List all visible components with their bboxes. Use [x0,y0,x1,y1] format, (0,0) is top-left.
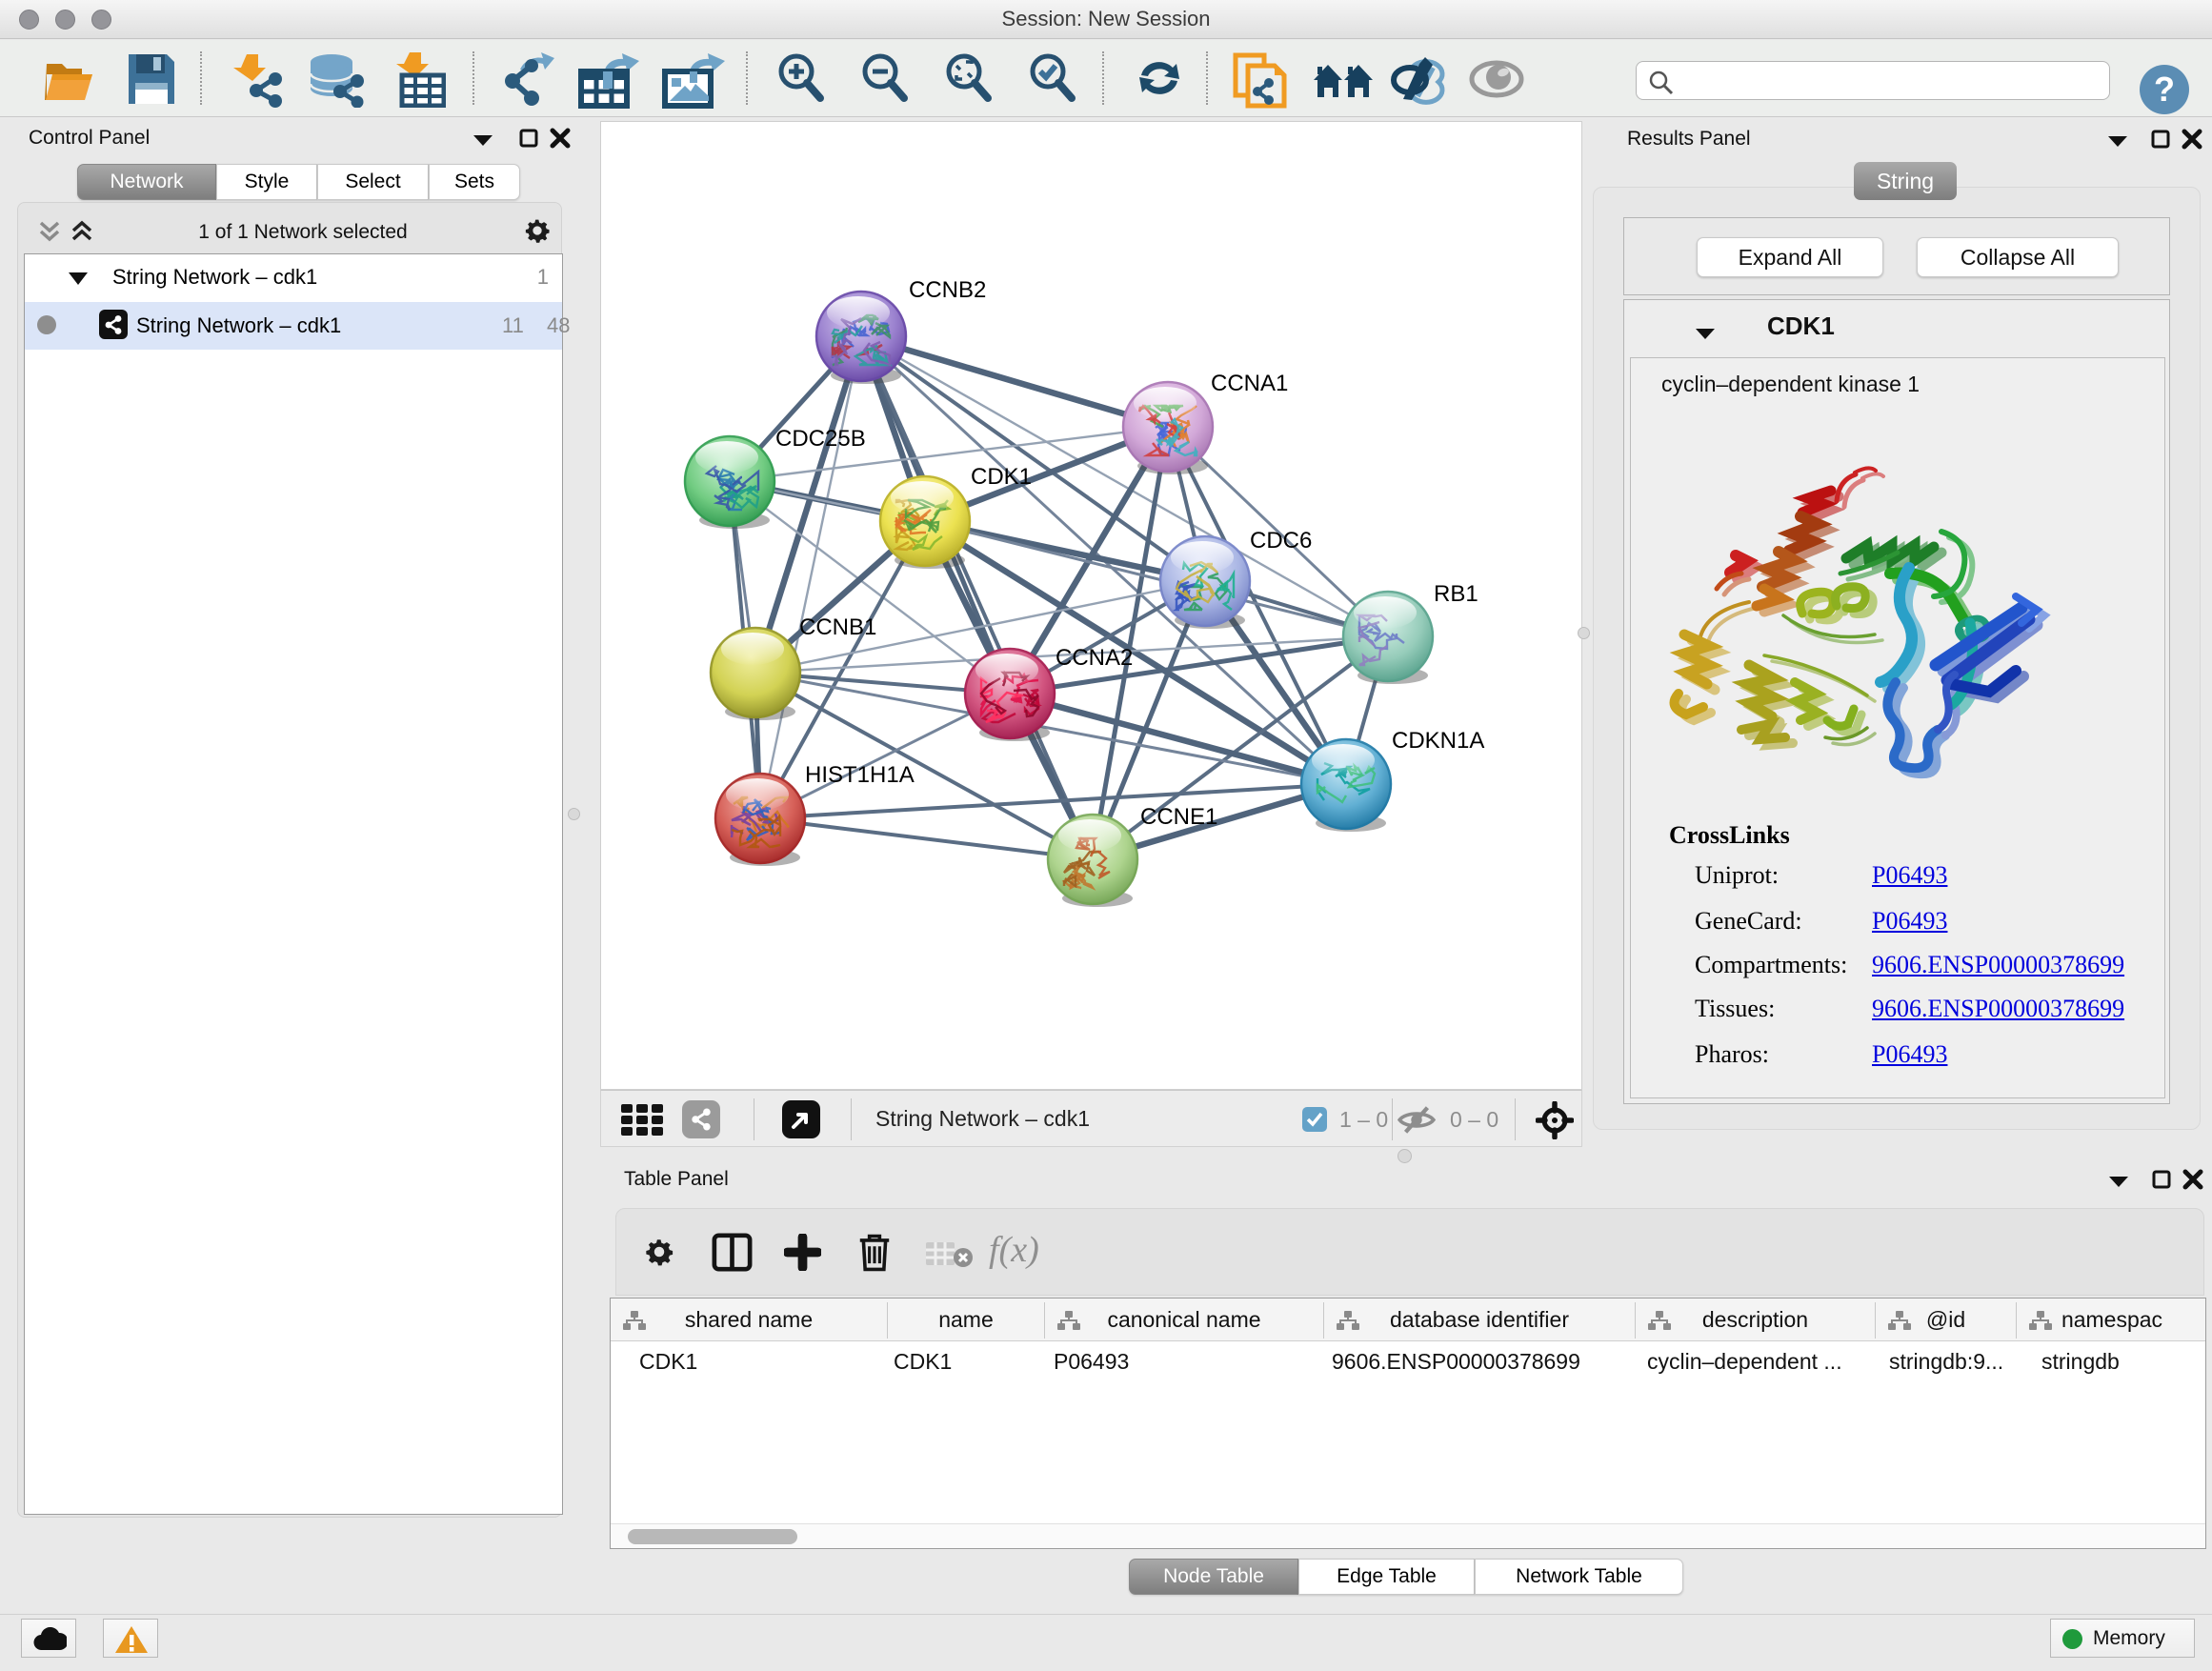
svg-text:HIST1H1A: HIST1H1A [805,762,915,788]
svg-text:CCNA2: CCNA2 [1056,645,1133,671]
svg-text:CCNE1: CCNE1 [1140,804,1217,830]
svg-text:RB1: RB1 [1434,581,1478,607]
svg-text:CDC6: CDC6 [1250,528,1312,554]
svg-text:?: ? [2154,70,2175,109]
svg-text:CDK1: CDK1 [971,464,1032,490]
svg-text:CCNA1: CCNA1 [1211,371,1288,396]
svg-text:CDC25B: CDC25B [775,426,866,452]
svg-text:CDKN1A: CDKN1A [1392,728,1484,754]
svg-text:CCNB2: CCNB2 [909,277,986,303]
svg-text:CCNB1: CCNB1 [799,614,876,640]
